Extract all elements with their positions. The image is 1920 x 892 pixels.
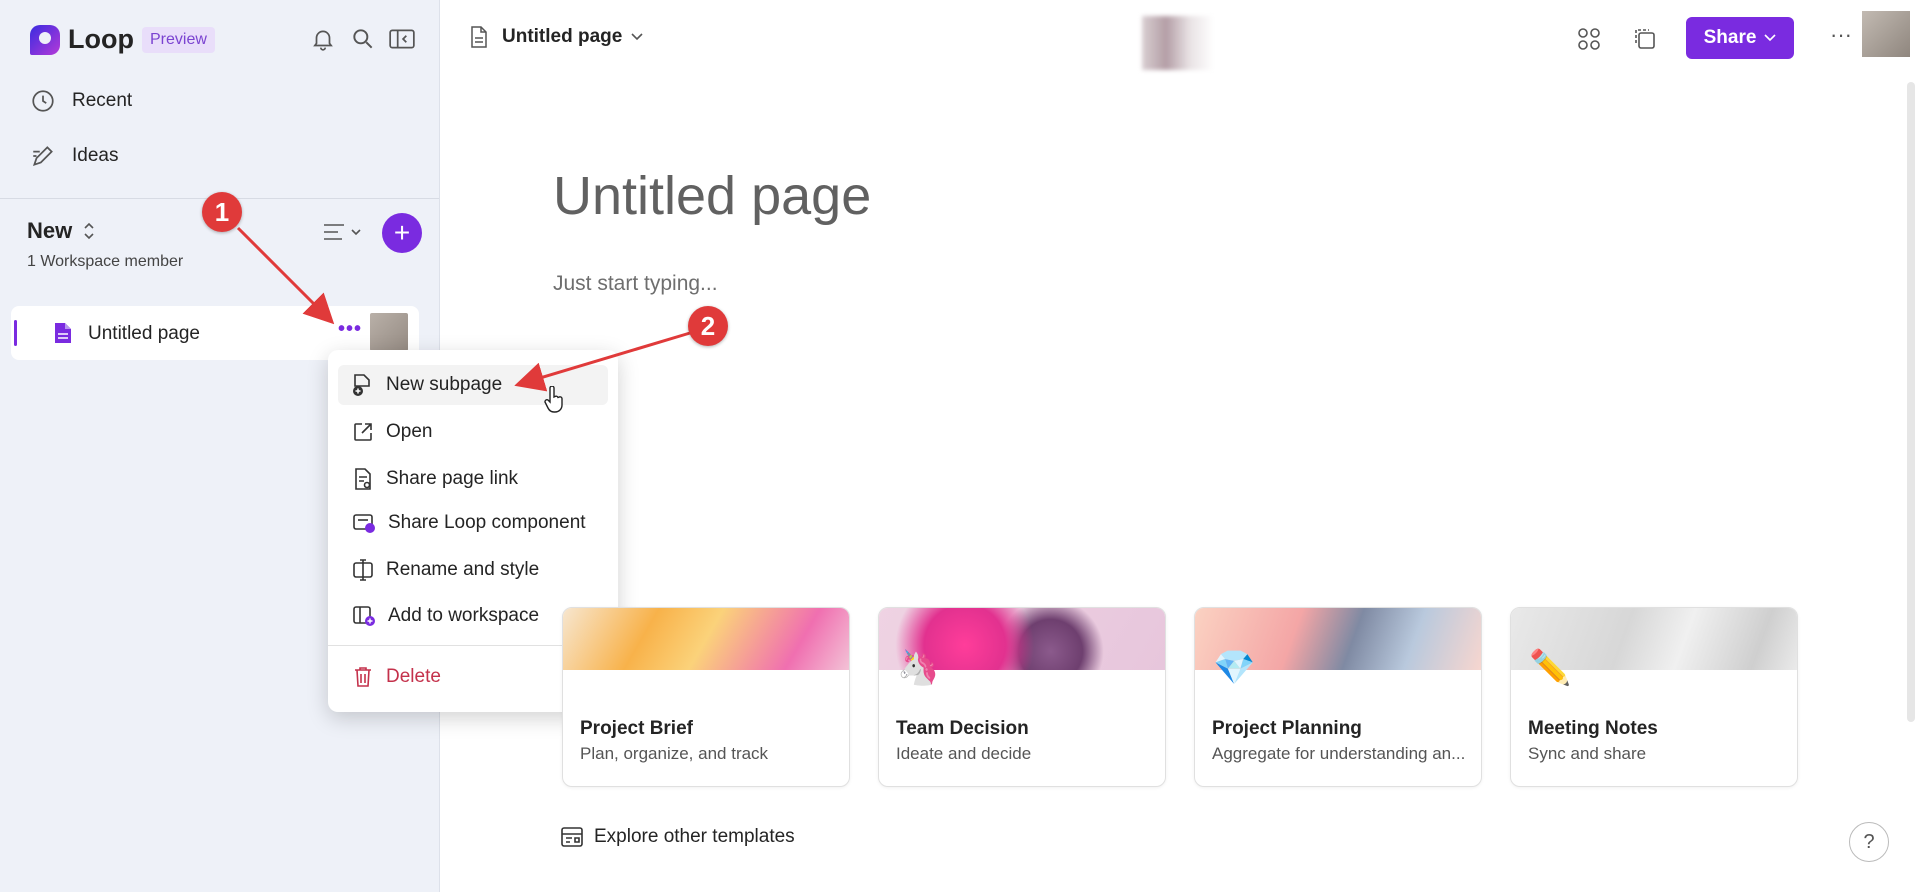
menu-delete-label: Delete: [386, 666, 441, 687]
chevron-down-icon: [1764, 34, 1776, 42]
workspace-name: New: [27, 218, 73, 243]
template-card-project-brief[interactable]: Project Brief Plan, organize, and track: [562, 607, 850, 787]
more-options-icon[interactable]: •••: [338, 318, 362, 341]
help-button[interactable]: ?: [1849, 822, 1889, 862]
explore-templates-link[interactable]: Explore other templates: [560, 826, 795, 848]
open-external-icon: [354, 423, 372, 441]
more-icon[interactable]: ···: [1830, 22, 1852, 48]
new-subpage-icon: [353, 374, 370, 396]
template-title: Meeting Notes: [1528, 718, 1658, 739]
document-icon: [53, 321, 73, 350]
plus-icon: +: [393, 217, 411, 248]
chevron-up-down-icon: [84, 222, 94, 240]
workspace-members: 1 Workspace member: [27, 253, 184, 270]
sort-menu-icon[interactable]: [322, 220, 366, 249]
logo-text: Loop: [68, 24, 134, 54]
collaborator-presence: [1142, 16, 1214, 70]
template-subtitle: Aggregate for understanding an...: [1212, 744, 1466, 763]
template-subtitle: Sync and share: [1528, 744, 1647, 763]
preview-badge: Preview: [142, 27, 215, 53]
template-title: Project Planning: [1212, 718, 1362, 739]
user-avatar[interactable]: [1862, 11, 1910, 57]
loop-logo-icon: [30, 24, 60, 55]
templates-icon: [561, 827, 583, 847]
hand-cursor-icon: [543, 385, 565, 419]
page-avatar: [370, 313, 408, 351]
template-card-meeting-notes[interactable]: ✏️ Meeting Notes Sync and share: [1510, 607, 1798, 787]
workspace-title[interactable]: New: [27, 218, 96, 244]
menu-open-label: Open: [386, 421, 433, 442]
search-icon[interactable]: [350, 26, 378, 54]
breadcrumb[interactable]: Untitled page: [470, 25, 644, 49]
loop-component-icon: [353, 514, 375, 533]
components-icon[interactable]: [1576, 26, 1602, 57]
unicorn-icon: 🦄: [897, 649, 940, 687]
body-placeholder[interactable]: Just start typing...: [553, 272, 718, 296]
add-workspace-icon: [353, 606, 375, 626]
loop-logo[interactable]: Loop: [30, 24, 134, 55]
share-link-icon: [355, 468, 371, 490]
template-card-project-planning[interactable]: 💎 Project Planning Aggregate for underst…: [1194, 607, 1482, 787]
page-title[interactable]: Untitled page: [553, 165, 871, 227]
chevron-down-icon: [631, 33, 643, 41]
gem-icon: 💎: [1213, 649, 1256, 687]
template-title: Team Decision: [896, 718, 1029, 739]
rename-icon: [353, 559, 373, 581]
nav-recent[interactable]: Recent: [30, 88, 132, 114]
add-page-button[interactable]: +: [382, 213, 422, 253]
collapse-sidebar-icon[interactable]: [388, 26, 416, 54]
template-title: Project Brief: [580, 718, 693, 739]
share-label: Share: [1703, 27, 1757, 48]
step-2-callout: 2: [688, 306, 728, 346]
template-subtitle: Plan, organize, and track: [580, 744, 769, 763]
template-art: [563, 608, 849, 670]
template-subtitle: Ideate and decide: [896, 744, 1032, 763]
share-button[interactable]: Share: [1686, 17, 1794, 59]
document-outline-icon: [471, 26, 487, 48]
nav-recent-label: Recent: [72, 90, 133, 111]
breadcrumb-title: Untitled page: [502, 26, 623, 47]
clock-icon: [32, 90, 54, 112]
step-1-callout: 1: [202, 192, 242, 232]
trash-icon: [355, 667, 371, 687]
selected-indicator: [14, 320, 17, 346]
nav-ideas[interactable]: Ideas: [30, 143, 118, 169]
pen-icon: [32, 146, 53, 167]
main-content: Untitled page Share ··· Untitled page Ju…: [440, 0, 1920, 892]
nav-ideas-label: Ideas: [72, 145, 119, 166]
pencil-icon: ✏️: [1529, 649, 1572, 687]
explore-label: Explore other templates: [594, 826, 795, 847]
scrollbar[interactable]: [1907, 82, 1915, 722]
page-item-label: Untitled page: [88, 323, 200, 344]
copy-component-icon[interactable]: [1632, 26, 1658, 57]
template-card-team-decision[interactable]: 🦄 Team Decision Ideate and decide: [878, 607, 1166, 787]
bell-icon[interactable]: [310, 26, 338, 54]
